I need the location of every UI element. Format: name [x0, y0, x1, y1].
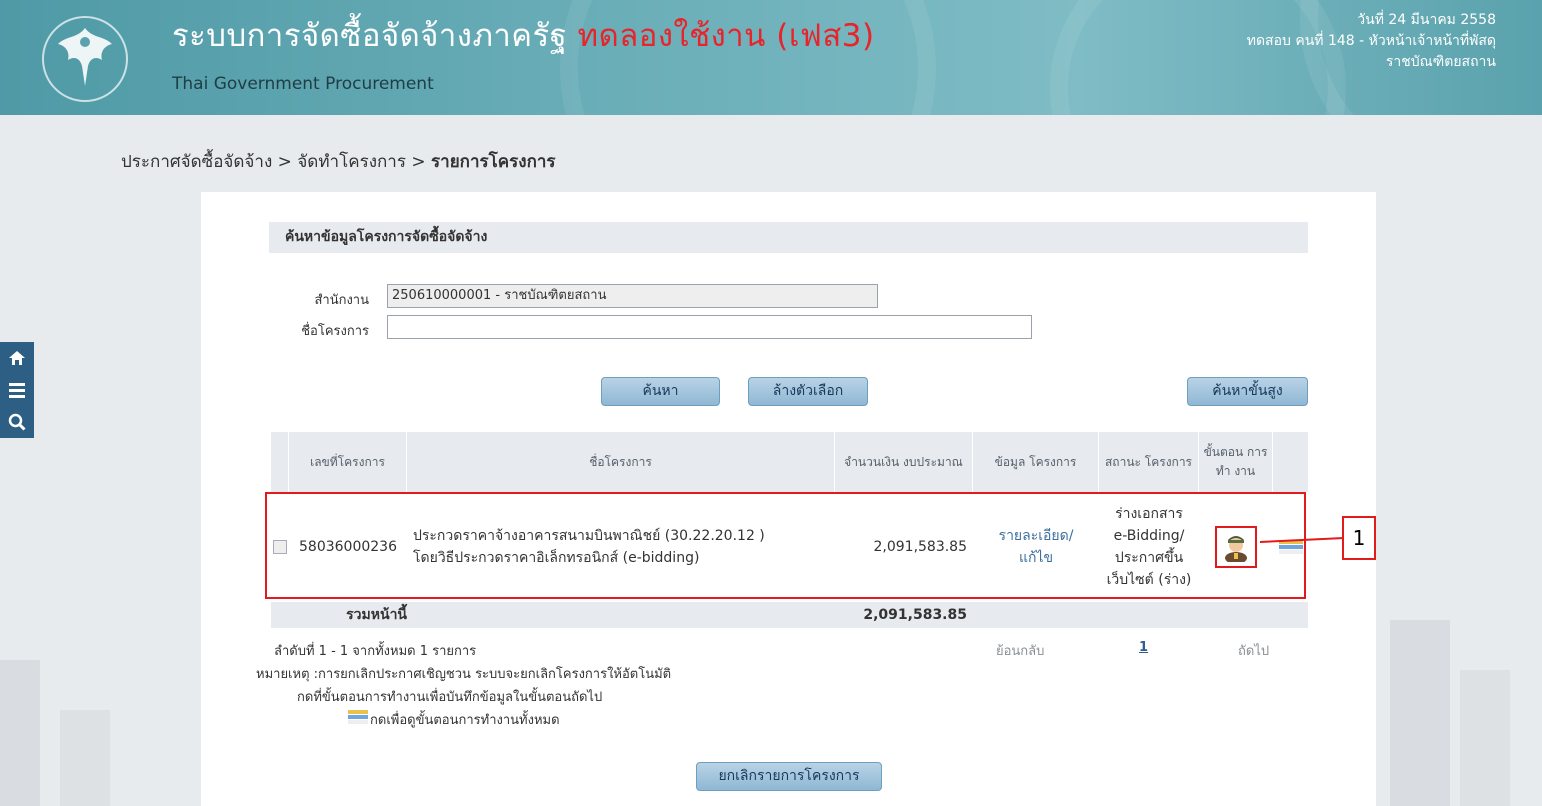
- callout-line: [1260, 537, 1344, 543]
- callout-number: 1: [1342, 516, 1376, 560]
- project-name-label: ชื่อโครงการ: [301, 324, 369, 339]
- home-icon: [9, 351, 25, 365]
- highlight-row-box: [265, 492, 1306, 599]
- prev-page-link[interactable]: ย้อนกลับ: [996, 640, 1044, 661]
- header-checkbox-col: [271, 432, 289, 492]
- menu-icon: [9, 383, 25, 398]
- office-field[interactable]: 250610000001 - ราชบัณฑิตยสถาน: [387, 284, 878, 308]
- header-work-step: ขั้นตอน การทำ งาน: [1199, 432, 1273, 492]
- cancel-project-button[interactable]: ยกเลิกรายการโครงการ: [696, 762, 882, 791]
- test-phase-label: ทดลองใช้งาน (เฟส3): [577, 18, 875, 54]
- clear-options-button[interactable]: ล้างตัวเลือก: [748, 377, 868, 406]
- search-submit-button[interactable]: ค้นหา: [601, 377, 720, 406]
- system-title: ระบบการจัดซื้อจัดจ้างภาครัฐ ทดลองใช้งาน …: [172, 18, 875, 54]
- garuda-logo-icon: [42, 16, 128, 102]
- header-project-status: สถานะ โครงการ: [1099, 432, 1199, 492]
- current-date: วันที่ 24 มีนาคม 2558: [1357, 12, 1496, 28]
- header-project-name: ชื่อโครงการ: [407, 432, 835, 492]
- page-total-row: รวมหน้านี้ 2,091,583.85: [271, 602, 1308, 628]
- user-agency: ราชบัณฑิตยสถาน: [1385, 54, 1496, 70]
- record-summary: ลำดับที่ 1 - 1 จากทั้งหมด 1 รายการ: [274, 644, 477, 659]
- breadcrumb-create-project[interactable]: จัดทำโครงการ: [297, 152, 406, 172]
- note-line3: กดเพื่อดูขั้นตอนการทำงานทั้งหมด: [370, 713, 560, 728]
- advanced-search-button[interactable]: ค้นหาขั้นสูง: [1187, 377, 1308, 406]
- project-name-input[interactable]: [387, 315, 1032, 339]
- steps-legend-icon: [348, 710, 368, 724]
- search-section-heading: ค้นหาข้อมูลโครงการจัดซื้อจัดจ้าง: [269, 222, 1308, 253]
- site-header: ระบบการจัดซื้อจัดจ้างภาครัฐ ทดลองใช้งาน …: [0, 0, 1542, 115]
- page-total-value: 2,091,583.85: [863, 607, 967, 623]
- user-info: วันที่ 24 มีนาคม 2558 ทดสอบ คนที่ 148 - …: [1247, 10, 1496, 73]
- user-name: ทดสอบ คนที่ 148 - หัวหน้าเจ้าหน้าที่พัสด…: [1246, 33, 1496, 49]
- page-number-link[interactable]: 1: [1139, 640, 1148, 655]
- breadcrumb-project-list: รายการโครงการ: [431, 152, 556, 172]
- table-header: เลขที่โครงการ ชื่อโครงการ จำนวนเงิน งบปร…: [271, 432, 1308, 492]
- page-total-label: รวมหน้านี้: [346, 607, 407, 623]
- search-icon: [8, 413, 26, 431]
- breadcrumb: ประกาศจัดซื้อจัดจ้าง > จัดทำโครงการ > รา…: [121, 148, 556, 175]
- note-line2: กดที่ขั้นตอนการทำงานเพื่อบันทึกข้อมูลในข…: [297, 690, 603, 705]
- breadcrumb-separator: >: [277, 152, 292, 172]
- system-subtitle: Thai Government Procurement: [172, 74, 434, 94]
- next-page-link[interactable]: ถัดไป: [1238, 640, 1269, 661]
- header-project-info: ข้อมูล โครงการ: [973, 432, 1099, 492]
- search-button[interactable]: [0, 406, 34, 438]
- note-line1: หมายเหตุ :การยกเลิกประกาศเชิญชวน ระบบจะย…: [256, 667, 672, 682]
- breadcrumb-separator: >: [411, 152, 426, 172]
- home-button[interactable]: [0, 342, 34, 374]
- header-project-no: เลขที่โครงการ: [289, 432, 407, 492]
- header-extra-col: [1273, 432, 1308, 492]
- menu-button[interactable]: [0, 374, 34, 406]
- header-budget: จำนวนเงิน งบประมาณ: [835, 432, 973, 492]
- office-label: สำนักงาน: [314, 293, 369, 308]
- breadcrumb-procurement-announcement[interactable]: ประกาศจัดซื้อจัดจ้าง: [121, 152, 272, 172]
